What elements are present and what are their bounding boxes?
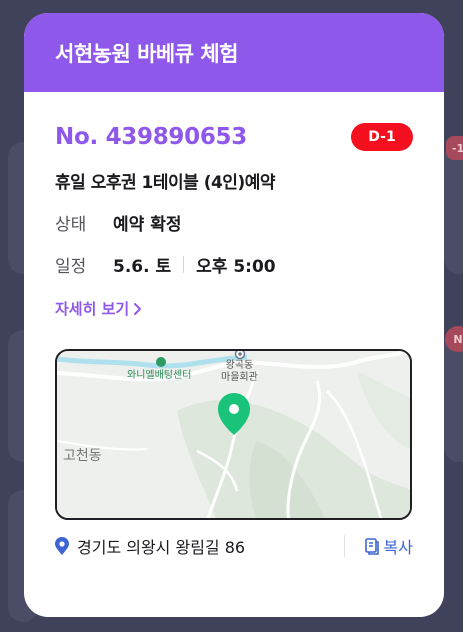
booking-row: No. 439890653 D-1 (55, 123, 413, 151)
modal-title: 서현농원 바베큐 체험 (55, 41, 239, 66)
map-label-line: 왕곡동 (225, 360, 254, 371)
copy-label: 복사 (383, 538, 413, 557)
dday-badge: D-1 (351, 123, 413, 151)
schedule-label: 일정 (55, 257, 87, 277)
copy-address-button[interactable]: 복사 (343, 535, 413, 557)
copy-icon (364, 537, 379, 555)
modal-header: 서현농원 바베큐 체험 (24, 13, 444, 92)
modal-body: No. 439890653 D-1 휴일 오후권 1테이블 (4인)예약 상태 … (24, 123, 444, 558)
address: 경기도 의왕시 왕림길 86 (55, 534, 245, 558)
address-row: 경기도 의왕시 왕림길 86 복사 (55, 534, 413, 558)
divider (183, 256, 185, 273)
status-label: 상태 (55, 215, 87, 235)
map-label-district: 고천동 (63, 448, 102, 464)
map-label-line: 마을회관 (221, 372, 258, 383)
product-title: 휴일 오후권 1테이블 (4인)예약 (55, 173, 276, 193)
view-details-link[interactable]: 자세히 보기 (55, 298, 413, 319)
location-map[interactable]: 와니엘배팅센터 왕곡동 마을회관 고천동 (55, 349, 412, 520)
map-label-village-hall: 왕곡동 마을회관 (221, 360, 258, 384)
booking-number: No. 439890653 (55, 124, 247, 150)
reservation-modal: 서현농원 바베큐 체험 No. 439890653 D-1 휴일 오후권 1테이… (24, 13, 444, 617)
map-label-batting-center: 와니엘배팅센터 (127, 370, 192, 381)
background-card (444, 142, 463, 274)
schedule-time: 오후 5:00 (196, 257, 276, 277)
background-badge: -1 (446, 136, 463, 160)
schedule-date: 5.6. 토 (113, 257, 172, 277)
chevron-right-icon (134, 302, 142, 315)
view-details-label: 자세히 보기 (55, 300, 130, 318)
location-pin-icon (55, 537, 69, 555)
status-value: 예약 확정 (113, 215, 182, 235)
status-row: 상태 예약 확정 (55, 210, 413, 235)
schedule-row: 일정 5.6. 토 오후 5:00 (55, 252, 413, 277)
address-text: 경기도 의왕시 왕림길 86 (77, 538, 246, 557)
